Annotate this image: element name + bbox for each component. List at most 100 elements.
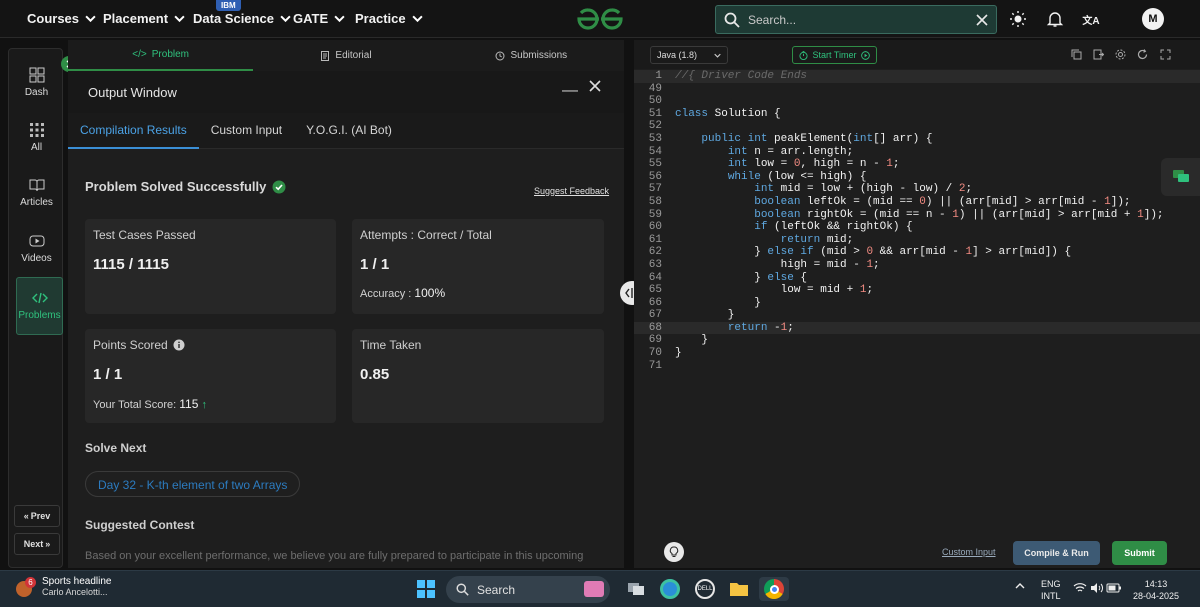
search-input[interactable] xyxy=(748,12,968,27)
code-line[interactable]: 61 return mid; xyxy=(634,234,1200,247)
arrow-up-icon: ↑ xyxy=(201,399,207,411)
reset-icon[interactable] xyxy=(1137,49,1148,60)
solve-next-link[interactable]: Day 32 - K-th element of two Arrays xyxy=(85,471,301,497)
language-select[interactable]: Java (1.8) xyxy=(650,46,728,64)
code-line[interactable]: 68 return -1; xyxy=(634,321,1200,335)
sidebar-item-all[interactable]: All xyxy=(9,122,64,153)
nav-placement[interactable]: Placement xyxy=(103,11,185,26)
code-line[interactable]: 55 int low = 0, high = n - 1; xyxy=(634,158,1200,171)
hint-button[interactable] xyxy=(664,542,684,562)
chrome-icon[interactable] xyxy=(759,577,789,601)
nav-courses[interactable]: Courses xyxy=(27,11,96,26)
settings-icon[interactable] xyxy=(1115,49,1126,60)
windows-taskbar: 6 Sports headline Carlo Ancelotti... Sea… xyxy=(0,570,1200,607)
code-line[interactable]: 69 } xyxy=(634,334,1200,347)
task-view-icon[interactable] xyxy=(624,577,648,601)
code-line[interactable]: 49 xyxy=(634,83,1200,96)
prev-button[interactable]: «Prev xyxy=(14,505,60,527)
code-line[interactable]: 59 boolean rightOk = (mid == n - 1) || (… xyxy=(634,209,1200,222)
tab-custom-input[interactable]: Custom Input xyxy=(199,113,294,149)
line-code: } else { xyxy=(675,271,808,284)
code-icon: </> xyxy=(132,49,147,60)
code-line[interactable]: 56 while (low <= high) { xyxy=(634,171,1200,184)
language-value: Java (1.8) xyxy=(657,50,698,60)
info-icon[interactable] xyxy=(173,339,185,351)
code-line[interactable]: 51 class Solution { xyxy=(634,108,1200,121)
start-timer-button[interactable]: Start Timer xyxy=(792,46,877,64)
battery-icon xyxy=(1106,583,1122,593)
code-line[interactable]: 63 high = mid - 1; xyxy=(634,259,1200,272)
code-line[interactable]: 64 } else { xyxy=(634,272,1200,285)
avatar[interactable]: M xyxy=(1142,8,1164,30)
code-line[interactable]: 67 } xyxy=(634,309,1200,322)
submit-button[interactable]: Submit xyxy=(1112,541,1167,565)
code-line[interactable]: 57 int mid = low + (high - low) / 2; xyxy=(634,183,1200,196)
code-line[interactable]: 50 xyxy=(634,95,1200,108)
system-tray-icons[interactable] xyxy=(1073,582,1122,597)
language-indicator[interactable]: ENG INTL xyxy=(1041,578,1061,602)
compile-run-button[interactable]: Compile & Run xyxy=(1013,541,1100,565)
tab-editorial[interactable]: Editorial xyxy=(253,40,438,71)
code-line[interactable]: 60 if (leftOk && rightOk) { xyxy=(634,221,1200,234)
nav-data-science[interactable]: Data Science xyxy=(193,11,291,26)
code-line[interactable]: 66 } xyxy=(634,297,1200,310)
tab-compilation-results[interactable]: Compilation Results xyxy=(68,113,199,149)
status-heading: Problem Solved Successfully xyxy=(85,179,286,194)
line-number: 50 xyxy=(648,95,662,108)
attempts-card: Attempts : Correct / Total 1 / 1 Accurac… xyxy=(352,219,604,314)
sidebar-item-articles[interactable]: Articles xyxy=(9,177,64,208)
minimize-icon[interactable]: — xyxy=(562,82,578,100)
code-line[interactable]: 71 xyxy=(634,360,1200,373)
nav-practice[interactable]: Practice xyxy=(355,11,423,26)
tab-editorial-label: Editorial xyxy=(335,50,372,61)
custom-input-link[interactable]: Custom Input xyxy=(942,547,996,557)
line-code: high = mid - 1; xyxy=(675,258,880,271)
news-badge: 6 xyxy=(25,576,36,588)
accuracy-label: Accuracy : xyxy=(360,288,412,300)
copy-icon[interactable] xyxy=(1071,49,1082,60)
code-line[interactable]: 1 //{ Driver Code Ends xyxy=(634,70,1200,83)
code-line[interactable]: 52 xyxy=(634,120,1200,133)
line-code: if (leftOk && rightOk) { xyxy=(754,221,913,234)
tab-submissions[interactable]: Submissions xyxy=(439,40,624,71)
accuracy-value: 100% xyxy=(414,286,446,300)
sidebar-item-dash[interactable]: Dash xyxy=(9,67,64,98)
start-button[interactable] xyxy=(414,577,438,601)
tab-yogi-ai-bot[interactable]: Y.O.G.I. (AI Bot) xyxy=(294,113,404,149)
clock[interactable]: 14:13 28-04-2025 xyxy=(1133,578,1179,602)
theme-toggle-button[interactable] xyxy=(1007,8,1029,30)
dell-icon[interactable]: DELL xyxy=(693,577,717,601)
code-line[interactable]: 54 int n = arr.length; xyxy=(634,146,1200,159)
nav-gate[interactable]: GATE xyxy=(293,11,345,26)
sidebar-item-label: Articles xyxy=(20,197,53,208)
gfg-logo[interactable] xyxy=(575,7,625,31)
sidebar-item-videos[interactable]: Videos xyxy=(9,233,64,264)
chat-button[interactable] xyxy=(1161,158,1200,196)
edge-icon[interactable] xyxy=(658,577,682,601)
notifications-button[interactable] xyxy=(1044,8,1066,30)
next-button[interactable]: Next» xyxy=(14,533,60,555)
file-explorer-icon[interactable] xyxy=(727,577,751,601)
widget-app-icon[interactable] xyxy=(580,577,608,601)
line-code: int mid = low + (high - low) / 2; xyxy=(754,183,973,196)
translate-button[interactable]: 文A xyxy=(1080,8,1102,30)
search-icon xyxy=(724,12,740,28)
fullscreen-icon[interactable] xyxy=(1160,49,1171,60)
code-line[interactable]: 62 } else if (mid > 0 && arr[mid - 1] > … xyxy=(634,246,1200,259)
suggest-feedback-link[interactable]: Suggest Feedback xyxy=(534,186,609,196)
code-line[interactable]: 53 public int peakElement(int[] arr) { xyxy=(634,133,1200,146)
tab-problem[interactable]: </> Problem xyxy=(68,40,254,71)
code-line[interactable]: 65 low = mid + 1; xyxy=(634,284,1200,297)
site-search[interactable] xyxy=(715,5,997,34)
close-window-button[interactable] xyxy=(588,79,602,98)
close-icon[interactable] xyxy=(976,13,988,26)
news-widget[interactable]: 6 Sports headline Carlo Ancelotti... xyxy=(16,576,112,597)
export-icon[interactable] xyxy=(1093,49,1104,60)
sidebar-item-problems[interactable]: Problems xyxy=(16,277,63,335)
book-icon xyxy=(29,179,44,192)
chevron-up-icon[interactable] xyxy=(1015,581,1025,594)
code-area[interactable]: 1 //{ Driver Code Ends 49 50 51 class Solutio… xyxy=(634,70,1200,380)
code-line[interactable]: 70} xyxy=(634,347,1200,360)
line-code: class Solution { xyxy=(675,107,781,120)
code-line[interactable]: 58 boolean leftOk = (mid == 0) || (arr[m… xyxy=(634,196,1200,209)
